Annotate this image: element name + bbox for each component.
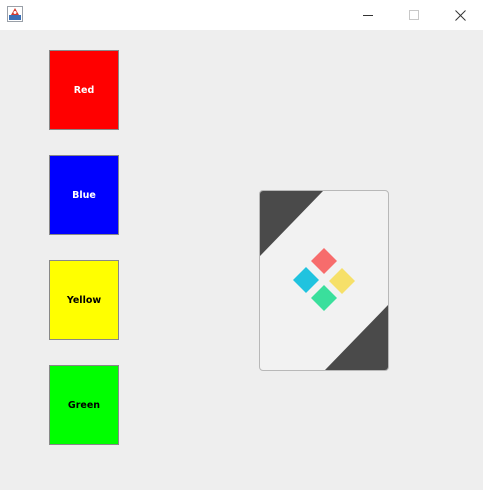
close-button[interactable]	[437, 0, 483, 30]
maximize-button[interactable]	[391, 0, 437, 30]
minimize-icon	[363, 15, 373, 16]
logo-diamond-right	[329, 268, 355, 294]
minimize-button[interactable]	[345, 0, 391, 30]
logo-diamond-bottom	[311, 285, 337, 311]
four-color-diamond-logo-icon	[293, 248, 355, 311]
red-button[interactable]: Red	[49, 50, 119, 130]
card-face	[260, 191, 388, 370]
yellow-button[interactable]: Yellow	[49, 260, 119, 340]
main-panel: Red Blue Yellow Green	[0, 30, 483, 490]
title-bar[interactable]	[0, 0, 483, 30]
blue-button[interactable]: Blue	[49, 155, 119, 235]
card[interactable]	[259, 190, 389, 371]
logo-diamond-top	[311, 248, 337, 274]
green-button[interactable]: Green	[49, 365, 119, 445]
logo-diamond-left	[293, 267, 319, 293]
card-corner-top-left	[260, 191, 323, 256]
maximize-icon	[409, 10, 419, 20]
app-icon[interactable]	[7, 6, 23, 22]
close-icon	[454, 9, 466, 21]
card-corner-bottom-right	[325, 305, 388, 370]
